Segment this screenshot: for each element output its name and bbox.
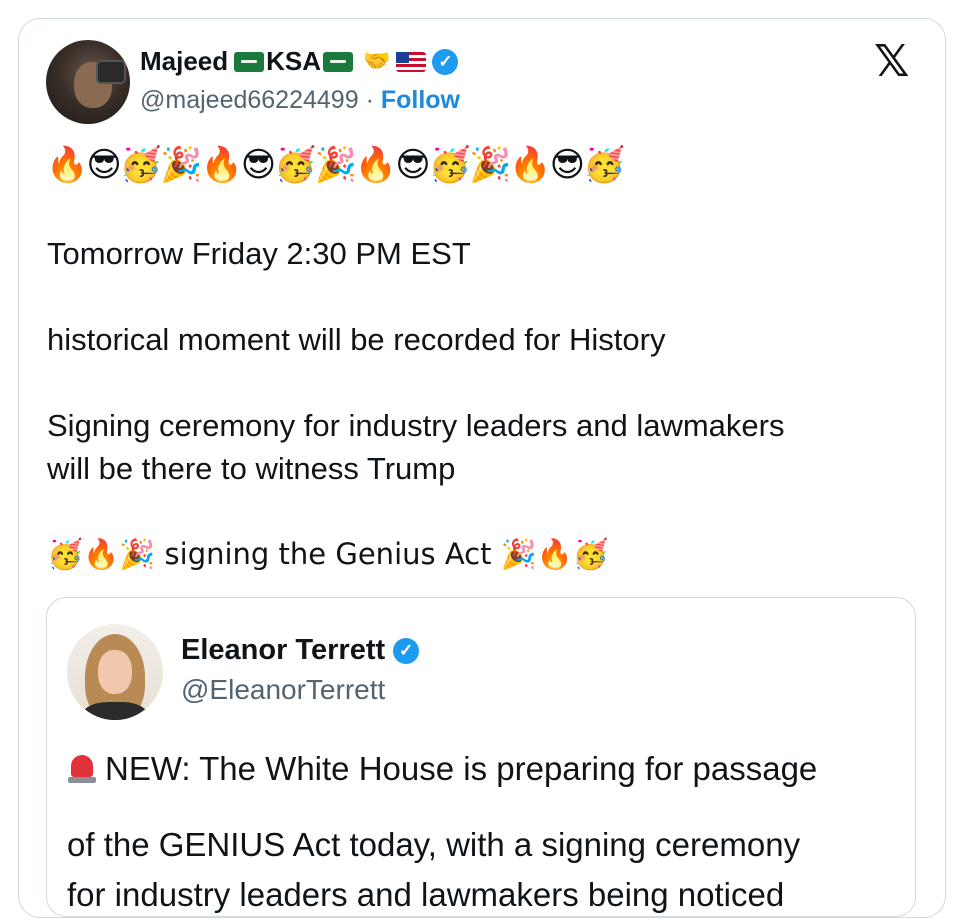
tweet-line-1: Tomorrow Friday 2:30 PM EST <box>47 236 471 271</box>
avatar-face <box>98 650 132 694</box>
tweet-line-3: Signing ceremony for industry leaders an… <box>47 408 785 443</box>
tweet-line-2: historical moment will be recorded for H… <box>47 322 666 357</box>
verified-badge-icon: ✓ <box>432 48 459 75</box>
quoted-line-1-text: NEW: The White House is preparing for pa… <box>105 750 818 787</box>
siren-icon <box>67 753 97 783</box>
tweet-line-4: will be there to witness Trump <box>47 451 456 486</box>
quoted-author-name-row[interactable]: Eleanor Terrett ✓ <box>181 634 420 667</box>
quoted-author-handle[interactable]: @EleanorTerrett <box>181 674 385 706</box>
handshake-icon: 🤝 <box>363 49 391 74</box>
quoted-line-3: for industry leaders and lawmakers being… <box>67 876 785 913</box>
emoji-header: 🔥😎🥳🎉🔥😎🥳🎉🔥😎🥳🎉🔥😎🥳 <box>46 145 625 185</box>
x-logo-icon[interactable]: 𝕏 <box>874 40 909 84</box>
author-avatar[interactable] <box>46 40 130 124</box>
quoted-author-name[interactable]: Eleanor Terrett <box>181 634 385 667</box>
author-handle[interactable]: @majeed66224499 <box>140 86 359 114</box>
saudi-flag-icon <box>323 51 354 72</box>
tweet-line-5: 🥳🔥🎉 signing the Genius Act 🎉🔥🥳 <box>47 537 610 571</box>
avatar-body <box>83 702 147 720</box>
author-handle-row: @majeed66224499 · Follow <box>140 86 460 115</box>
verified-badge-icon: ✓ <box>393 637 420 664</box>
quoted-author-avatar[interactable] <box>67 624 163 720</box>
author-name-row[interactable]: Majeed KSA 🤝 ✓ <box>140 46 459 77</box>
saudi-flag-icon <box>234 51 265 72</box>
quoted-line-1: NEW: The White House is preparing for pa… <box>67 744 817 794</box>
quoted-line-2: of the GENIUS Act today, with a signing … <box>67 826 801 863</box>
handle-separator: · <box>365 86 374 114</box>
avatar-camera <box>96 60 126 84</box>
us-flag-icon <box>396 51 427 72</box>
author-display-name[interactable]: Majeed <box>140 46 228 77</box>
follow-button[interactable]: Follow <box>381 86 460 114</box>
quoted-tweet[interactable]: Eleanor Terrett ✓ @EleanorTerrett NEW: T… <box>46 597 916 917</box>
author-name-suffix[interactable]: KSA <box>266 46 321 77</box>
